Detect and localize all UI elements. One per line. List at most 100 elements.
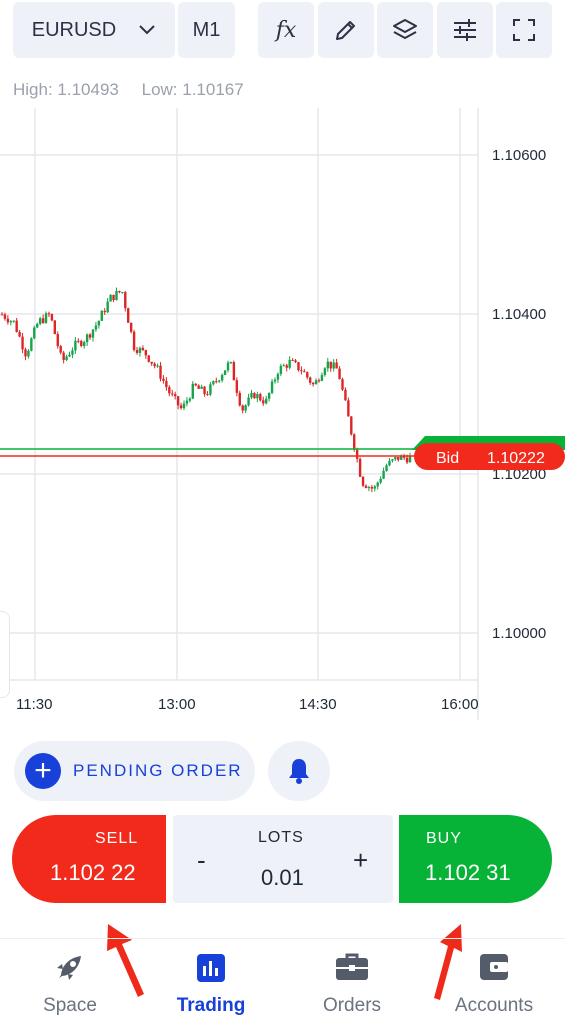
candle: [382, 470, 385, 479]
candle: [94, 325, 98, 330]
buy-button[interactable]: BUY 1.102 31: [399, 815, 552, 903]
candle: [285, 365, 288, 368]
bid-tag-label: Bid: [436, 450, 459, 467]
nav-space-label: Space: [43, 995, 97, 1016]
fullscreen-button[interactable]: [496, 2, 552, 58]
candle: [203, 386, 206, 395]
settings-button[interactable]: [437, 2, 493, 58]
nav-accounts[interactable]: Accounts: [434, 950, 554, 1017]
pending-order-label: PENDING ORDER: [73, 761, 243, 780]
nav-space[interactable]: Space: [10, 950, 130, 1017]
sell-button[interactable]: SELL 1.102 22: [12, 815, 166, 903]
candle: [24, 349, 27, 357]
indicators-button[interactable]: fx: [258, 2, 314, 58]
candle: [405, 457, 409, 463]
candle: [138, 347, 142, 353]
candle: [115, 290, 118, 301]
symbol-label: EURUSD: [31, 18, 117, 41]
candle: [121, 292, 124, 294]
candle: [141, 347, 145, 351]
candle: [127, 308, 130, 323]
candle: [194, 383, 197, 386]
sell-label: SELL: [95, 830, 139, 847]
candle: [206, 394, 209, 396]
candle: [235, 380, 239, 393]
alert-button[interactable]: [268, 741, 330, 801]
candle: [41, 318, 45, 323]
timeframe-label: M1: [192, 18, 221, 41]
candle: [129, 322, 133, 332]
candle: [18, 331, 21, 337]
lots-increase-button[interactable]: +: [353, 845, 368, 876]
nav-trading[interactable]: Trading: [151, 950, 271, 1017]
candle: [347, 400, 350, 417]
candle: [288, 359, 291, 368]
candle: [112, 294, 115, 301]
lots-value[interactable]: 0.01: [261, 865, 304, 891]
candle: [88, 334, 92, 338]
candle: [144, 350, 148, 356]
candle: [6, 318, 10, 323]
high-value: High: 1.10493: [13, 80, 119, 99]
candle: [100, 310, 103, 321]
candle: [397, 457, 400, 460]
bell-icon: [289, 759, 309, 784]
pencil-icon: [336, 21, 355, 40]
nav-accounts-label: Accounts: [454, 995, 534, 1016]
price-label: 1.10400: [492, 306, 546, 323]
candle: [379, 478, 382, 483]
nav-orders[interactable]: Orders: [292, 950, 412, 1017]
candle: [124, 292, 127, 309]
side-panel-edge: [0, 611, 10, 698]
candle: [329, 361, 332, 369]
candle: [297, 362, 300, 371]
candle: [358, 458, 362, 477]
candle: [376, 482, 379, 487]
wallet-icon: [480, 954, 508, 980]
candle: [188, 398, 192, 401]
candle: [3, 314, 7, 319]
candle: [391, 459, 394, 461]
candle: [264, 398, 268, 404]
candle: [103, 310, 106, 313]
low-value: Low: 1.10167: [141, 80, 244, 99]
candle: [71, 350, 74, 355]
candle: [53, 320, 57, 335]
candle: [185, 400, 189, 404]
candle: [209, 384, 212, 395]
candle: [394, 457, 397, 460]
candle: [370, 487, 374, 489]
candle: [27, 350, 30, 357]
lots-decrease-button[interactable]: -: [197, 845, 206, 876]
candle: [212, 381, 215, 385]
price-chart[interactable]: 1.10600 1.10400 1.10200 1.10000 11:30 13…: [0, 108, 565, 720]
layers-button[interactable]: [377, 2, 433, 58]
price-label: 1.10600: [492, 147, 546, 164]
candle: [303, 371, 306, 373]
candle: [97, 320, 101, 326]
candle: [361, 476, 365, 486]
candle: [244, 405, 247, 411]
candle: [388, 460, 391, 466]
candle: [85, 334, 89, 343]
candle: [279, 365, 283, 374]
plus-icon: +: [25, 753, 61, 789]
candle: [355, 449, 359, 459]
draw-button[interactable]: [318, 2, 374, 58]
timeframe-selector[interactable]: M1: [178, 2, 235, 58]
candle: [267, 392, 271, 399]
sliders-icon: [454, 19, 476, 41]
pending-order-button[interactable]: + PENDING ORDER: [14, 741, 255, 801]
candle: [21, 336, 24, 350]
candle: [150, 361, 153, 364]
fx-icon: fx: [275, 17, 297, 43]
candle: [162, 378, 165, 381]
candle: [229, 362, 233, 364]
candle: [200, 386, 203, 389]
candle: [311, 382, 315, 385]
candle: [317, 380, 321, 382]
candle: [135, 349, 139, 353]
candle: [259, 394, 262, 401]
candle: [0, 314, 4, 316]
symbol-selector[interactable]: EURUSD: [13, 2, 175, 58]
